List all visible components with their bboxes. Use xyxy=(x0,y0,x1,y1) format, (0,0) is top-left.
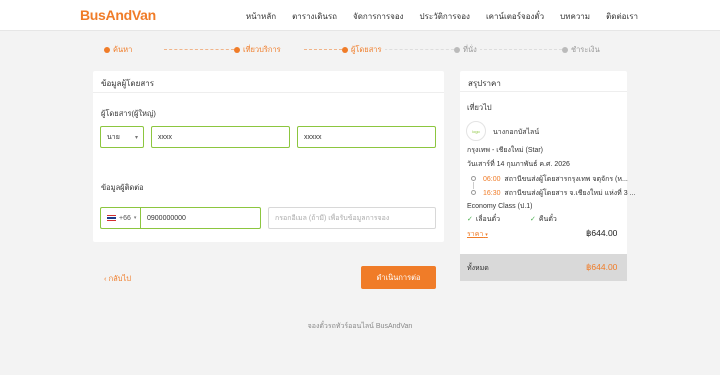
contact-section-title: ข้อมูลผู้ติดต่อ xyxy=(101,183,144,192)
step-label: ค้นหา xyxy=(113,45,133,54)
step-dot-icon xyxy=(342,47,348,53)
email-placeholder: กรอกอีเมล (ถ้ามี) เพื่อรับข้อมูลการจอง xyxy=(275,214,390,222)
nav-manage-booking[interactable]: จัดการการจอง xyxy=(353,10,404,23)
trip-label: เที่ยวไป xyxy=(467,103,492,112)
phone-input[interactable]: 0900000000 xyxy=(140,207,261,229)
last-name-value: xxxxx xyxy=(304,133,322,141)
last-name-input[interactable]: xxxxx xyxy=(297,126,436,148)
arrive-time: 16:30 xyxy=(483,190,501,197)
depart-place: สถานีขนส่งผู้โดยสารกรุงเทพ จตุจักร (ห... xyxy=(504,176,628,183)
timeline-line xyxy=(473,182,474,189)
operator-name: นางกอกบัสไลน์ xyxy=(493,129,540,136)
country-code-select[interactable]: +66 ▾ xyxy=(100,207,140,229)
feature-refund: ✓ คืนตั๋ว xyxy=(530,214,557,225)
nav-articles[interactable]: บทความ xyxy=(560,10,590,23)
price-value: ฿644.00 xyxy=(586,228,618,238)
caret-down-icon: ▾ xyxy=(485,232,488,238)
check-icon: ✓ xyxy=(530,216,536,223)
price-toggle[interactable]: ราคา ▾ xyxy=(467,229,488,240)
step-label: ชำระเงิน xyxy=(571,45,600,54)
step-connector xyxy=(164,49,234,50)
check-icon: ✓ xyxy=(467,216,473,223)
arrive-dot-icon xyxy=(471,190,476,195)
busandvan-logo[interactable]: BusAndVan xyxy=(80,7,156,23)
nav-home[interactable]: หน้าหลัก xyxy=(246,10,276,23)
step-passenger: ผู้โดยสาร xyxy=(342,44,385,56)
back-link[interactable]: ‹ กลับไป xyxy=(104,273,131,285)
feature-label: เลื่อนตั๋ว xyxy=(475,216,501,223)
operator-logo: logo xyxy=(466,121,486,141)
step-dot-icon xyxy=(234,47,240,53)
depart-dot-icon xyxy=(471,176,476,181)
title-select-value: นาย xyxy=(107,133,120,141)
step-label: เที่ยวบริการ xyxy=(243,45,281,54)
route-name: กรุงเทพ - เชียงใหม่ (Star) xyxy=(467,147,544,154)
step-dot-icon xyxy=(104,47,110,53)
step-search[interactable]: ค้นหา xyxy=(104,44,136,56)
summary-title: สรุปราคา xyxy=(468,79,501,88)
booking-steps: ค้นหา เที่ยวบริการ ผู้โดยสาร ที่นั่ง ชำร… xyxy=(104,44,616,56)
feature-label: คืนตั๋ว xyxy=(538,216,557,223)
step-dot-icon xyxy=(454,47,460,53)
country-code-value: +66 xyxy=(119,214,131,222)
nav-schedule[interactable]: ตารางเดินรถ xyxy=(292,10,337,23)
total-label: ทั้งหมด xyxy=(467,265,489,272)
step-payment: ชำระเงิน xyxy=(562,44,603,56)
step-seat: ที่นั่ง xyxy=(454,44,480,56)
total-value: ฿644.00 xyxy=(586,262,618,272)
nav-ticket-counter[interactable]: เคาน์เตอร์จองตั๋ว xyxy=(486,10,544,23)
passenger-type-label: ผู้โดยสาร(ผู้ใหญ่) xyxy=(101,109,156,118)
step-service[interactable]: เที่ยวบริการ xyxy=(234,44,284,56)
footer-text: จองตั๋วรถทัวร์ออนไลน์ BusAndVan xyxy=(307,323,413,330)
first-name-value: xxxx xyxy=(158,133,172,141)
first-name-input[interactable]: xxxx xyxy=(151,126,290,148)
title-select[interactable]: นาย ▾ xyxy=(100,126,144,148)
back-label: กลับไป xyxy=(108,274,132,283)
step-connector xyxy=(304,49,342,50)
caret-down-icon: ▾ xyxy=(133,215,137,221)
feature-reschedule: ✓ เลื่อนตั๋ว xyxy=(467,214,500,225)
thai-flag-icon xyxy=(107,215,116,221)
bus-class: Economy Class (ป.1) xyxy=(467,203,533,210)
continue-button[interactable]: ดำเนินการต่อ xyxy=(361,266,436,289)
nav-booking-history[interactable]: ประวัติการจอง xyxy=(420,10,470,23)
step-label: ที่นั่ง xyxy=(463,45,477,54)
travel-date: วันเสาร์ที่ 14 กุมภาพันธ์ ค.ศ. 2026 xyxy=(467,161,570,168)
arrive-place: สถานีขนส่งผู้โดยสาร จ.เชียงใหม่ แห่งที่ … xyxy=(504,190,636,197)
top-header: BusAndVan หน้าหลัก ตารางเดินรถ จัดการการ… xyxy=(0,0,720,31)
passenger-form-card: ข้อมูลผู้โดยสาร ผู้โดยสาร(ผู้ใหญ่) นาย ▾… xyxy=(93,71,444,242)
divider xyxy=(93,92,444,93)
step-dot-icon xyxy=(562,47,568,53)
chevron-down-icon: ▾ xyxy=(134,134,138,141)
step-label: ผู้โดยสาร xyxy=(351,45,382,54)
nav-contact[interactable]: ติดต่อเรา xyxy=(606,10,638,23)
step-connector xyxy=(379,49,454,50)
arrive-row: 16:30 สถานีขนส่งผู้โดยสาร จ.เชียงใหม่ แห… xyxy=(483,188,635,199)
email-input[interactable]: กรอกอีเมล (ถ้ามี) เพื่อรับข้อมูลการจอง xyxy=(268,207,436,229)
depart-row: 06:00 สถานีขนส่งผู้โดยสารกรุงเทพ จตุจักร… xyxy=(483,174,628,185)
step-connector xyxy=(474,49,562,50)
passenger-section-title: ข้อมูลผู้โดยสาร xyxy=(101,79,154,88)
depart-time: 06:00 xyxy=(483,176,501,183)
main-nav: หน้าหลัก ตารางเดินรถ จัดการการจอง ประวัต… xyxy=(246,10,638,23)
price-label: ราคา xyxy=(467,231,484,238)
divider xyxy=(460,91,627,92)
phone-value: 0900000000 xyxy=(147,214,186,222)
